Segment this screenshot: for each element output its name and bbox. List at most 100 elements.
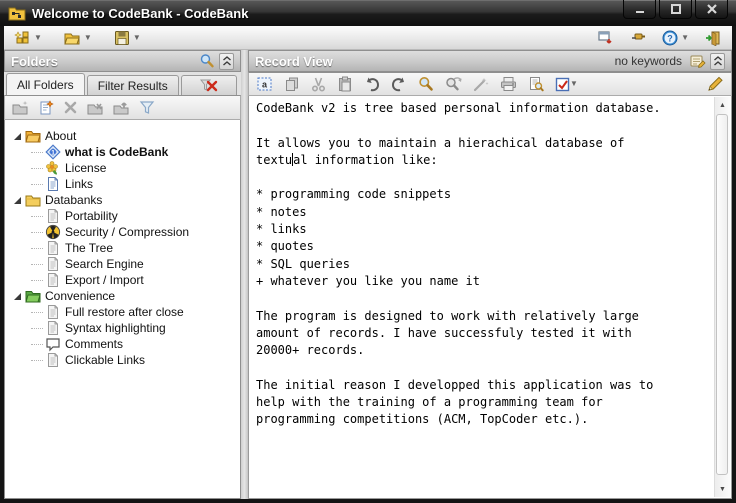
redo-icon — [391, 76, 407, 92]
tree-connector — [31, 263, 43, 265]
folder-open-green-icon — [25, 288, 41, 304]
paste-record-icon — [113, 100, 130, 116]
edit-record-button[interactable] — [707, 76, 724, 92]
new-dropdown-arrow-icon[interactable]: ▼ — [34, 33, 42, 42]
comment-bubble-icon — [45, 336, 61, 352]
new-record-item-button[interactable] — [38, 99, 54, 116]
redo-button[interactable] — [391, 76, 407, 92]
tree-item-license[interactable]: License — [5, 160, 240, 176]
record-collapse-button[interactable] — [710, 52, 725, 70]
cut-icon — [311, 76, 326, 92]
scroll-thumb[interactable] — [716, 114, 728, 475]
new-folder-icon — [12, 100, 29, 116]
checkbox-icon — [555, 77, 570, 92]
tree-item-syntax-highlighting[interactable]: Syntax highlighting — [5, 320, 240, 336]
new-button[interactable]: ▼ — [10, 29, 46, 47]
copy-button[interactable] — [284, 76, 300, 92]
clear-filter-icon — [199, 79, 217, 91]
expander-icon[interactable] — [11, 194, 23, 206]
find-next-button[interactable] — [445, 76, 462, 92]
record-text[interactable]: CodeBank v2 is tree based personal infor… — [256, 101, 711, 496]
keywords-status: no keywords — [614, 54, 682, 68]
help-button[interactable]: ? ▼ — [658, 29, 693, 47]
checkbox-button[interactable]: ▼ — [555, 77, 578, 92]
document-icon — [45, 240, 61, 256]
cut-record-button[interactable] — [87, 100, 104, 116]
find-button[interactable] — [418, 76, 434, 92]
save-button[interactable]: ▼ — [110, 29, 145, 47]
replace-button[interactable] — [473, 76, 489, 92]
tree-item-search-engine[interactable]: Search Engine — [5, 256, 240, 272]
expander-icon[interactable] — [11, 290, 23, 302]
help-dropdown-arrow-icon[interactable]: ▼ — [681, 33, 689, 42]
scroll-up-icon[interactable]: ▲ — [715, 98, 730, 112]
tree-item-security-compression[interactable]: Security / Compression — [5, 224, 240, 240]
expander-icon[interactable] — [11, 130, 23, 142]
tree-item-portability[interactable]: Portability — [5, 208, 240, 224]
panel-area: Folders All Folders Filter Results About… — [4, 50, 732, 499]
tree-item-databanks[interactable]: Databanks — [5, 192, 240, 208]
tree-item-export-import[interactable]: Export / Import — [5, 272, 240, 288]
close-icon — [706, 4, 717, 14]
open-dropdown-arrow-icon[interactable]: ▼ — [84, 33, 92, 42]
document-icon — [45, 272, 61, 288]
tree-item-clickable-links[interactable]: Clickable Links — [5, 352, 240, 368]
filter-button[interactable] — [139, 100, 155, 115]
text-line: It allows you to maintain a hierachical … — [256, 135, 625, 150]
minimize-button[interactable] — [623, 0, 656, 19]
tree-item-about[interactable]: About — [5, 128, 240, 144]
folders-collapse-button[interactable] — [219, 52, 234, 70]
folders-search-button[interactable] — [199, 53, 215, 69]
folder-tree: About 1 what is CodeBank License Links Databa… — [4, 120, 241, 499]
pin-button[interactable] — [626, 29, 650, 47]
select-all-icon: a — [256, 76, 273, 92]
select-all-button[interactable]: a — [256, 76, 273, 92]
undo-button[interactable] — [364, 76, 380, 92]
tree-connector — [31, 311, 43, 313]
detach-window-icon — [597, 30, 614, 46]
svg-text:1: 1 — [51, 149, 55, 156]
cut-button[interactable] — [311, 76, 326, 92]
detach-window-button[interactable] — [593, 29, 618, 47]
tree-item-comments[interactable]: Comments — [5, 336, 240, 352]
exit-button[interactable] — [701, 29, 726, 47]
tree-item-full-restore-after-close[interactable]: Full restore after close — [5, 304, 240, 320]
tree-item-label: The Tree — [65, 241, 114, 255]
tree-item-the-tree[interactable]: The Tree — [5, 240, 240, 256]
tree-connector — [31, 359, 43, 361]
tree-connector — [31, 247, 43, 249]
close-button[interactable] — [695, 0, 728, 19]
panel-splitter[interactable] — [241, 50, 248, 499]
print-button[interactable] — [500, 76, 517, 92]
paste-icon — [337, 76, 353, 92]
text-line — [256, 170, 711, 187]
checkbox-dropdown-arrow-icon[interactable]: ▼ — [570, 80, 578, 88]
tab-clear-filter[interactable] — [180, 75, 237, 95]
text-line: 20000+ records. — [256, 343, 365, 358]
tree-item-label: Comments — [65, 337, 124, 351]
tree-item-what-is-codebank[interactable]: 1 what is CodeBank — [5, 144, 240, 160]
maximize-button[interactable] — [659, 0, 692, 19]
tree-item-label: Links — [65, 177, 94, 191]
document-icon — [45, 256, 61, 272]
vertical-scrollbar[interactable]: ▲ ▼ — [714, 97, 730, 497]
tab-all-folders[interactable]: All Folders — [6, 73, 85, 95]
tree-item-links[interactable]: Links — [5, 176, 240, 192]
paste-record-button[interactable] — [113, 100, 130, 116]
tree-item-convenience[interactable]: Convenience — [5, 288, 240, 304]
record-text-area[interactable]: CodeBank v2 is tree based personal infor… — [248, 96, 732, 499]
paste-button[interactable] — [337, 76, 353, 92]
keywords-button[interactable] — [690, 54, 706, 68]
save-dropdown-arrow-icon[interactable]: ▼ — [133, 33, 141, 42]
text-line: + whatever you like you name it — [256, 273, 480, 288]
help-icon: ? — [662, 30, 678, 46]
tab-filter-results[interactable]: Filter Results — [86, 75, 179, 95]
new-folder-button[interactable] — [12, 100, 29, 116]
tree-connector — [31, 327, 43, 329]
scroll-down-icon[interactable]: ▼ — [715, 482, 730, 496]
print-preview-button[interactable] — [528, 76, 544, 92]
text-line: * SQL queries — [256, 256, 350, 271]
new-icon — [14, 30, 31, 46]
delete-button[interactable] — [63, 100, 78, 115]
open-button[interactable]: ▼ — [60, 29, 96, 47]
